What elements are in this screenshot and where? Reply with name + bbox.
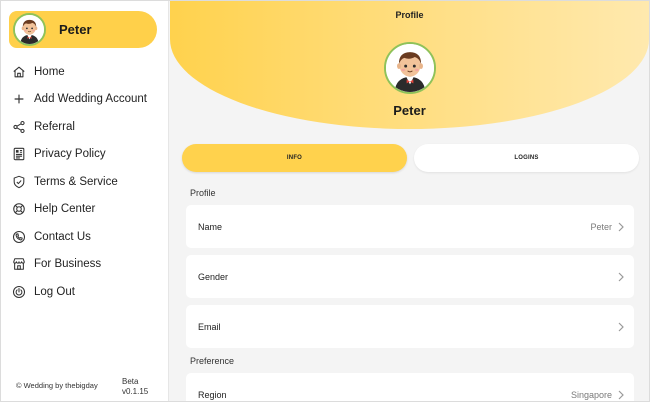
power-icon bbox=[12, 285, 26, 298]
sidebar-item-terms-service[interactable]: Terms & Service bbox=[1, 168, 169, 196]
plus-icon bbox=[14, 94, 24, 104]
page-title: Profile bbox=[395, 10, 424, 20]
profile-page: Profile Peter INFO LOGINS Profile Name P… bbox=[170, 1, 649, 401]
sidebar-item-label: Referral bbox=[34, 120, 75, 133]
chevron-right-icon bbox=[618, 272, 624, 281]
tab-logins[interactable]: LOGINS bbox=[414, 144, 639, 172]
section-label-preference: Preference bbox=[190, 356, 235, 366]
groom-avatar-icon bbox=[386, 44, 434, 92]
sidebar-item-referral[interactable]: Referral bbox=[1, 113, 169, 141]
sidebar-item-home[interactable]: Home bbox=[1, 58, 169, 86]
sidebar-item-label: Privacy Policy bbox=[34, 148, 106, 161]
profile-row-gender[interactable]: Gender bbox=[186, 255, 634, 298]
phone-icon bbox=[12, 230, 26, 243]
profile-row-email[interactable]: Email bbox=[186, 305, 634, 348]
sidebar-item-contact-us[interactable]: Contact Us bbox=[1, 223, 169, 251]
sidebar-item-privacy-policy[interactable]: Privacy Policy bbox=[1, 141, 169, 169]
sidebar-menu: Home Add Wedding Account Referral Privac… bbox=[1, 58, 169, 306]
sidebar-item-label: Terms & Service bbox=[34, 175, 118, 188]
chevron-right-icon bbox=[618, 322, 624, 331]
sidebar: Peter Home Add Wedding Account Referral … bbox=[1, 1, 169, 401]
version-badge: Beta bbox=[122, 377, 139, 386]
section-label-profile: Profile bbox=[190, 188, 216, 198]
shield-icon bbox=[13, 175, 25, 188]
sidebar-item-label: Add Wedding Account bbox=[34, 93, 147, 106]
sidebar-item-label: For Business bbox=[34, 258, 102, 271]
home-icon bbox=[13, 66, 25, 78]
tab-info[interactable]: INFO bbox=[182, 144, 407, 172]
version-info: Beta v0.1.15 bbox=[122, 377, 148, 397]
row-label: Email bbox=[198, 321, 221, 332]
preference-row-region[interactable]: Region Singapore bbox=[186, 373, 634, 401]
row-label: Region bbox=[198, 389, 227, 400]
row-label: Name bbox=[198, 221, 223, 232]
chevron-right-icon bbox=[618, 222, 624, 231]
chevron-right-icon bbox=[618, 390, 624, 399]
row-label: Gender bbox=[198, 271, 229, 282]
avatar bbox=[13, 13, 46, 46]
sidebar-item-label: Contact Us bbox=[34, 230, 91, 243]
row-value: Singapore bbox=[570, 389, 612, 400]
sidebar-item-log-out[interactable]: Log Out bbox=[1, 278, 169, 306]
document-icon bbox=[13, 148, 25, 161]
sidebar-item-add-wedding-account[interactable]: Add Wedding Account bbox=[1, 86, 169, 114]
row-value: Peter bbox=[590, 221, 612, 232]
lifebuoy-icon bbox=[13, 203, 25, 216]
profile-row-name[interactable]: Name Peter bbox=[186, 205, 634, 248]
sidebar-item-label: Home bbox=[34, 65, 65, 78]
sidebar-item-label: Help Center bbox=[34, 203, 96, 216]
sidebar-user-card[interactable]: Peter bbox=[9, 11, 157, 48]
share-icon bbox=[13, 120, 25, 133]
copyright-text: © Wedding by thebigday bbox=[16, 381, 98, 390]
app-window: Peter Home Add Wedding Account Referral … bbox=[1, 1, 649, 401]
version-number: v0.1.15 bbox=[122, 387, 149, 396]
profile-avatar[interactable] bbox=[384, 42, 436, 94]
profile-name: Peter bbox=[393, 103, 426, 118]
groom-avatar-icon bbox=[15, 15, 44, 44]
sidebar-item-help-center[interactable]: Help Center bbox=[1, 196, 169, 224]
sidebar-item-label: Log Out bbox=[34, 285, 75, 298]
sidebar-user-name: Peter bbox=[59, 22, 92, 37]
storefront-icon bbox=[13, 258, 25, 271]
sidebar-item-for-business[interactable]: For Business bbox=[1, 251, 169, 279]
